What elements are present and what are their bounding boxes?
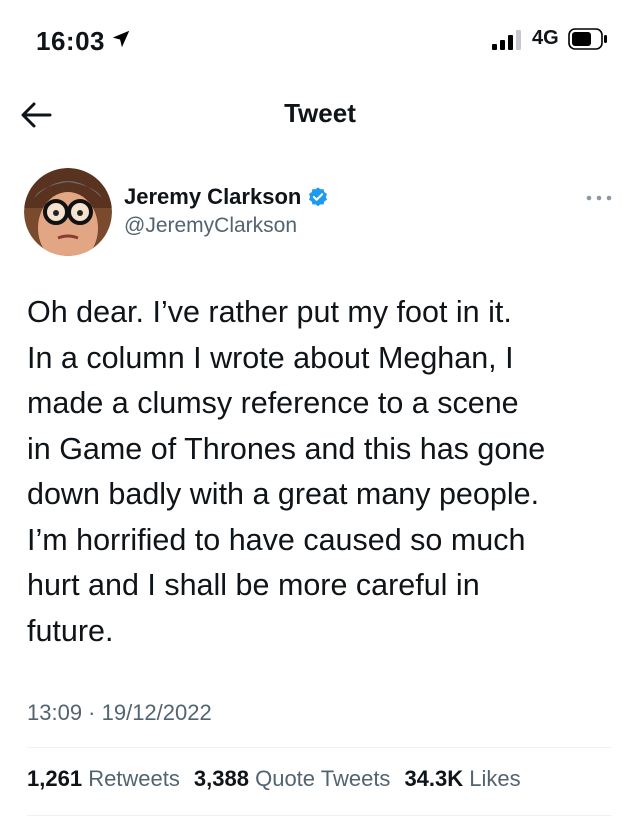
status-bar: 16:03 4G xyxy=(0,0,640,80)
display-name[interactable]: Jeremy Clarkson xyxy=(124,184,301,210)
divider xyxy=(27,815,612,816)
tweet-text-line: hurt and I shall be more careful in xyxy=(27,568,480,602)
tweet-text-line: Oh dear. I’ve rather put my foot in it. xyxy=(27,295,512,329)
status-time: 16:03 xyxy=(36,26,105,56)
user-handle[interactable]: @JeremyClarkson xyxy=(124,214,297,238)
avatar[interactable] xyxy=(24,168,112,256)
tweet-author: Jeremy Clarkson @JeremyClarkson xyxy=(0,168,640,258)
likes-stat[interactable]: 34.3K Likes xyxy=(404,766,520,792)
tweet-text-line: in Game of Thrones and this has gone xyxy=(27,431,546,466)
verified-badge-icon xyxy=(309,187,328,207)
likes-count: 34.3K xyxy=(404,766,464,791)
tweet-timestamp[interactable]: 13:09 · 19/12/2022 xyxy=(27,700,212,726)
top-bar: Tweet xyxy=(0,86,640,142)
retweets-stat[interactable]: 1,261 Retweets xyxy=(27,766,180,792)
retweets-count: 1,261 xyxy=(27,766,83,791)
page-title: Tweet xyxy=(284,98,356,128)
engagement-stats: 1,261 Retweets 3,388 Quote Tweets 34.3K … xyxy=(27,766,521,792)
tweet-text-line: made a clumsy reference to a scene xyxy=(27,386,519,420)
name-row: Jeremy Clarkson xyxy=(124,184,329,210)
battery-icon xyxy=(568,28,607,50)
quote-tweets-label: Quote Tweets xyxy=(255,766,391,791)
quote-tweets-count: 3,388 xyxy=(193,766,249,791)
signal-bars-icon xyxy=(492,30,521,50)
more-options-icon[interactable] xyxy=(584,190,614,206)
likes-label: Likes xyxy=(469,766,521,791)
network-type: 4G xyxy=(532,27,559,49)
retweets-label: Retweets xyxy=(88,766,180,791)
tweet-text-line: down badly with a great many people. xyxy=(27,477,540,511)
tweet-text-line: I’m horrified to have caused so much xyxy=(27,522,526,557)
location-arrow-icon xyxy=(112,30,130,48)
tweet-text-line: future. xyxy=(27,613,114,648)
divider xyxy=(27,747,612,748)
tweet-text: Oh dear. I’ve rather put my foot in it. … xyxy=(27,290,617,654)
quote-tweets-stat[interactable]: 3,388 Quote Tweets xyxy=(194,766,391,792)
tweet-text-line: In a column I wrote about Meghan, I xyxy=(27,340,514,375)
